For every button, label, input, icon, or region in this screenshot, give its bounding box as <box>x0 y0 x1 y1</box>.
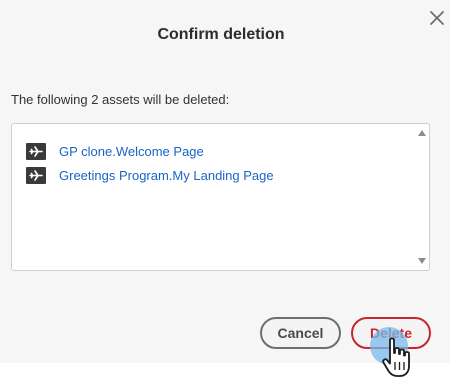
scroll-up-arrow-icon[interactable] <box>418 130 426 136</box>
cancel-button[interactable]: Cancel <box>260 317 341 349</box>
list-item[interactable]: GP clone.Welcome Page <box>26 142 204 160</box>
confirm-deletion-dialog: Confirm deletion The following 2 assets … <box>0 0 450 363</box>
landing-page-icon <box>26 166 46 184</box>
deletion-message: The following 2 assets will be deleted: <box>11 92 230 107</box>
scroll-down-arrow-icon[interactable] <box>418 258 426 264</box>
asset-link[interactable]: Greetings Program.My Landing Page <box>59 168 274 183</box>
list-item[interactable]: Greetings Program.My Landing Page <box>26 166 274 184</box>
dialog-title: Confirm deletion <box>157 26 285 43</box>
asset-list[interactable]: GP clone.Welcome Page Greetings Program.… <box>11 123 430 271</box>
hand-cursor-icon <box>382 337 410 377</box>
landing-page-icon <box>26 142 46 160</box>
asset-link[interactable]: GP clone.Welcome Page <box>59 144 204 159</box>
